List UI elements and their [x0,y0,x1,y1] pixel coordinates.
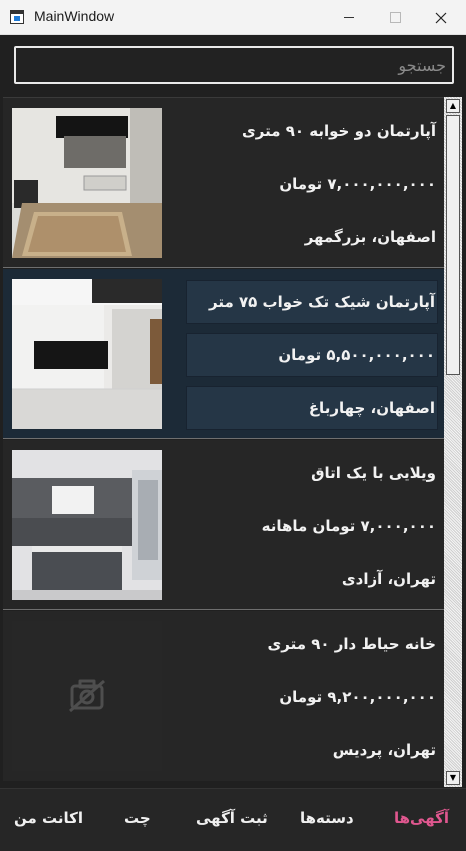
window-titlebar: MainWindow [0,0,466,35]
app-window-icon [10,10,24,24]
search-input[interactable] [16,48,452,82]
listing-price: ۷,۰۰۰,۰۰۰,۰۰۰ تومان [279,175,436,193]
search-box[interactable] [14,46,454,84]
listing-title: خانه حیاط دار ۹۰ متری [267,635,437,653]
card-divider [3,609,444,610]
listing-card[interactable]: ویلایی با یک اتاق ۷,۰۰۰,۰۰۰ تومان ماهانه… [3,440,444,610]
minimize-icon [344,17,354,18]
scroll-down-button[interactable]: ▼ [446,771,460,785]
no-image-placeholder [12,621,162,771]
listing-card[interactable]: خانه حیاط دار ۹۰ متری ۹,۲۰۰,۰۰۰,۰۰۰ توما… [3,611,444,781]
nav-ads[interactable]: آگهی‌ها [394,809,449,827]
kitchen-photo [12,279,162,429]
window-title: MainWindow [34,8,115,24]
open-kitchen-photo [12,450,162,600]
listing-price: ۵,۵۰۰,۰۰۰,۰۰۰ تومان [186,333,438,377]
nav-categories[interactable]: دسته‌ها [300,809,354,827]
arrow-up-icon: ▲ [449,101,457,110]
listing-price: ۹,۲۰۰,۰۰۰,۰۰۰ تومان [279,688,436,706]
minimize-button[interactable] [326,0,372,35]
scrollbar-thumb[interactable] [446,115,460,375]
maximize-icon [389,12,401,23]
listing-location: تهران، پردیس [332,741,436,759]
close-icon [435,12,447,23]
card-divider [3,438,444,439]
listing-price: ۷,۰۰۰,۰۰۰ تومان ماهانه [261,517,436,535]
listing-scrollbar[interactable]: ▲ ▼ [444,97,462,787]
nav-chat[interactable]: چت [124,809,151,827]
listing-title: ویلایی با یک اتاق [311,464,436,482]
listing-location: اصفهان، بزرگمهر [304,228,436,246]
living-room-photo [12,108,162,258]
listing-card[interactable]: آپارتمان دو خوابه ۹۰ متری ۷,۰۰۰,۰۰۰,۰۰۰ … [3,98,444,268]
listing-location: تهران، آزادی [341,570,436,588]
listing-title: آپارتمان شیک تک خواب ۷۵ متر [186,280,438,324]
listing-location: اصفهان، چهارباغ [186,386,438,430]
listing-card-selected[interactable]: آپارتمان شیک تک خواب ۷۵ متر ۵,۵۰۰,۰۰۰,۰۰… [3,269,444,439]
listing-title: آپارتمان دو خوابه ۹۰ متری [242,122,436,140]
no-image-icon [12,621,162,771]
close-button[interactable] [418,0,464,35]
arrow-down-icon: ▼ [449,773,457,782]
bottom-navigation: اکانت من چت ثبت آگهی دسته‌ها آگهی‌ها [0,788,466,851]
maximize-button[interactable] [372,0,418,35]
listing-list[interactable]: آپارتمان دو خوابه ۹۰ متری ۷,۰۰۰,۰۰۰,۰۰۰ … [3,97,444,788]
nav-post-ad[interactable]: ثبت آگهی [196,809,268,827]
nav-my-account[interactable]: اکانت من [14,809,83,827]
card-divider [3,267,444,268]
scroll-up-button[interactable]: ▲ [446,99,460,113]
